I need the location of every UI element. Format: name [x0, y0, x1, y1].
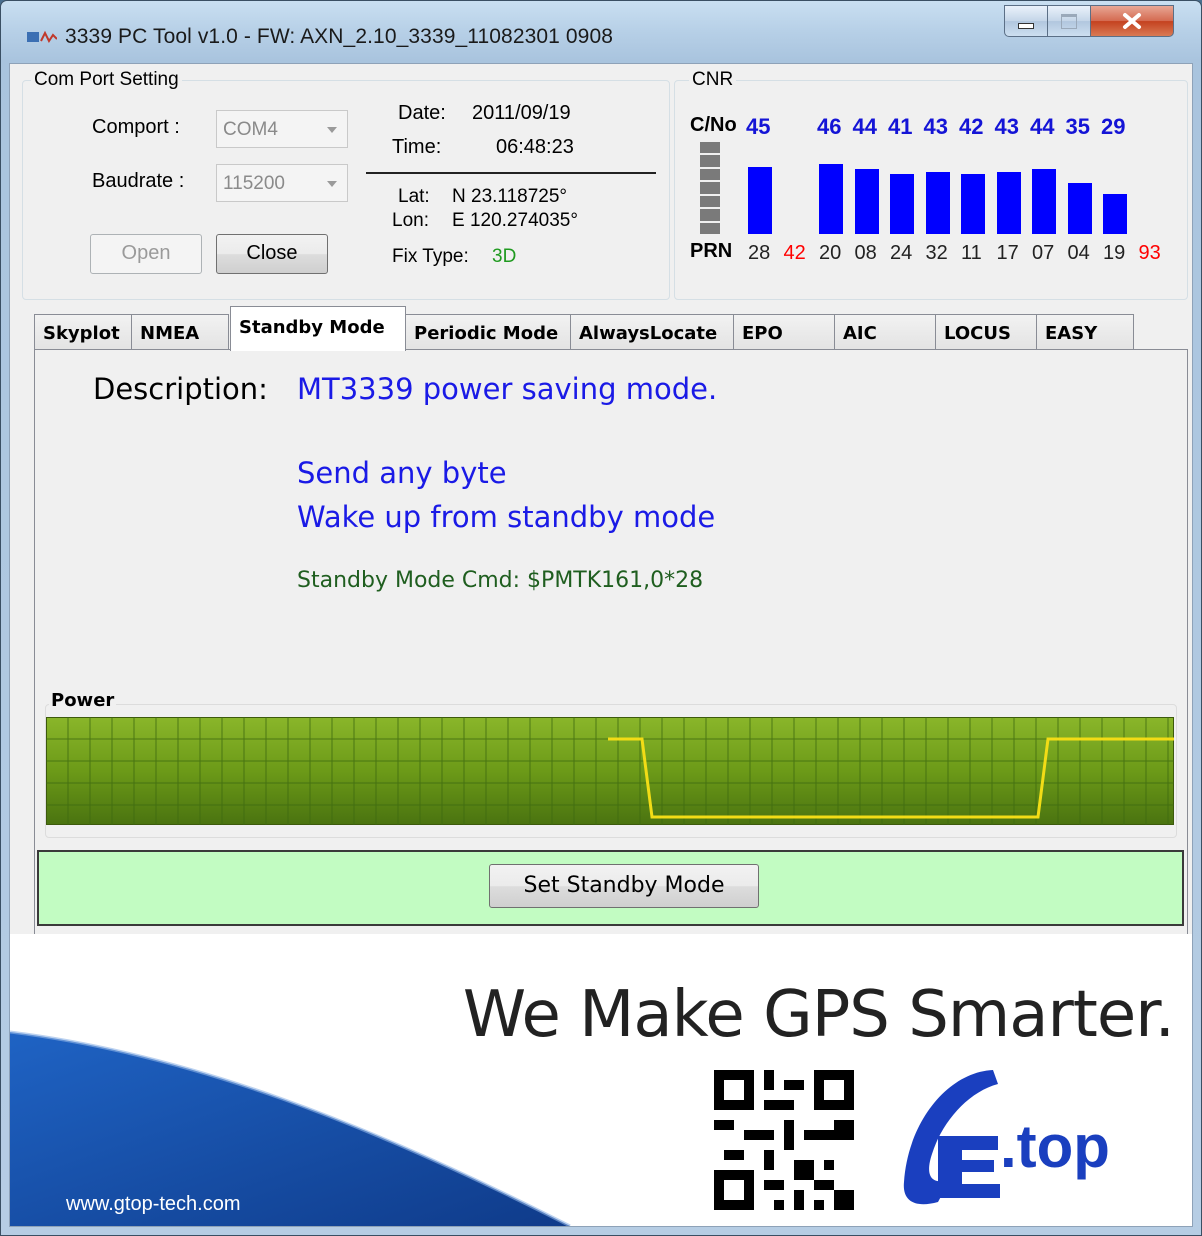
fix-type-value: 3D	[492, 246, 517, 267]
cno-value: 41	[888, 114, 913, 139]
cnr-bar	[890, 174, 914, 234]
prn-value: 04	[1067, 242, 1090, 264]
prn-value: 08	[854, 242, 877, 264]
wake-line-1: Send any byte	[297, 456, 507, 490]
prn-value: 20	[819, 242, 842, 264]
cno-value: 29	[1101, 114, 1126, 139]
tab-aic[interactable]: AIC	[834, 314, 936, 350]
tab-alwayslocate[interactable]: AlwaysLocate	[570, 314, 734, 350]
window-title: 3339 PC Tool v1.0 - FW: AXN_2.10_3339_11…	[65, 25, 614, 48]
fix-type-label: Fix Type:	[392, 246, 469, 267]
time-value: 06:48:23	[496, 136, 574, 158]
power-group	[45, 704, 1177, 838]
standby-cmd: Standby Mode Cmd: $PMTK161,0*28	[297, 568, 704, 593]
app-icon	[27, 30, 57, 43]
close-window-button[interactable]	[1090, 5, 1174, 37]
set-standby-mode-button[interactable]: Set Standby Mode	[489, 864, 759, 908]
close-port-button[interactable]: Close	[216, 234, 328, 274]
cnr-legend: CNR	[692, 69, 734, 90]
action-area: Set Standby Mode	[37, 850, 1184, 926]
date-value: 2011/09/19	[472, 102, 571, 124]
cnr-bar	[996, 172, 1021, 234]
prn-value: 28	[748, 242, 771, 264]
lat-value: N 23.118725°	[452, 186, 568, 207]
minimize-icon	[1005, 6, 1047, 36]
comport-select[interactable]: COM4	[216, 110, 348, 148]
power-label: Power	[49, 690, 117, 711]
baudrate-label: Baudrate :	[92, 170, 185, 192]
app-window: 3339 PC Tool v1.0 - FW: AXN_2.10_3339_11…	[0, 0, 1202, 1236]
time-label: Time:	[392, 136, 442, 158]
cno-value: 45	[746, 114, 771, 139]
prn-value: 24	[890, 242, 913, 264]
cno-value: 42	[959, 114, 984, 139]
com-port-legend: Com Port Setting	[34, 69, 179, 90]
gtop-logo-icon	[903, 1070, 1000, 1205]
prn-value: 93	[1138, 242, 1161, 264]
cno-value: 46	[817, 114, 842, 139]
tab-periodic-mode[interactable]: Periodic Mode	[405, 314, 571, 350]
cno-label: C/No	[690, 114, 737, 136]
cno-value: 44	[852, 114, 877, 139]
cnr-bar	[961, 174, 985, 234]
date-label: Date:	[398, 102, 446, 124]
lon-label: Lon:	[392, 210, 429, 231]
lon-value: E 120.274035°	[452, 210, 578, 231]
prn-value: 42	[783, 242, 806, 264]
separator-line	[366, 172, 656, 174]
tab-epo[interactable]: EPO	[733, 314, 835, 350]
tab-strip: Skyplot NMEA Standby Mode Periodic Mode …	[34, 306, 1164, 351]
description-text: MT3339 power saving mode.	[297, 372, 718, 406]
slogan: We Make GPS Smarter.	[462, 978, 1175, 1052]
chevron-down-icon	[327, 181, 337, 187]
prn-value: 11	[961, 242, 982, 264]
maximize-button[interactable]	[1047, 5, 1091, 37]
cnr-bar	[1067, 183, 1092, 234]
tab-skyplot[interactable]: Skyplot	[34, 314, 132, 350]
qr-code-icon	[714, 1070, 854, 1210]
standby-panel: Description: MT3339 power saving mode. S…	[34, 349, 1188, 936]
lat-label: Lat:	[398, 186, 430, 207]
minimize-button[interactable]	[1004, 5, 1048, 37]
power-graph	[46, 717, 1174, 825]
prn-value: 07	[1032, 242, 1055, 264]
prn-value: 32	[925, 242, 948, 264]
baudrate-value: 115200	[223, 173, 285, 194]
tab-easy[interactable]: EASY	[1036, 314, 1134, 350]
chevron-down-icon	[327, 127, 337, 133]
baudrate-select[interactable]: 115200	[216, 164, 348, 202]
comport-label: Comport :	[92, 116, 180, 138]
cnr-scale-indicator	[700, 142, 720, 234]
gtop-logo-text: .top	[1000, 1113, 1110, 1180]
cno-value: 35	[1065, 114, 1090, 139]
tab-locus[interactable]: LOCUS	[935, 314, 1037, 350]
website-url[interactable]: www.gtop-tech.com	[66, 1193, 241, 1216]
cno-value: 44	[1030, 114, 1055, 139]
cnr-bar	[854, 169, 879, 234]
prn-label: PRN	[690, 240, 733, 262]
cnr-bar	[1103, 194, 1127, 234]
comport-value: COM4	[223, 119, 278, 140]
cnr-bar	[925, 172, 950, 234]
wake-line-2: Wake up from standby mode	[297, 500, 716, 534]
tab-nmea[interactable]: NMEA	[131, 314, 229, 350]
description-label: Description:	[93, 372, 268, 406]
cno-value: 43	[994, 114, 1019, 139]
cnr-bar	[819, 164, 843, 234]
gtop-banner: We Make GPS Smarter. .top www.gtop-tech.…	[10, 934, 1192, 1226]
title-bar[interactable]: 3339 PC Tool v1.0 - FW: AXN_2.10_3339_11…	[1, 1, 1201, 63]
cnr-bar	[1032, 169, 1056, 234]
prn-value: 19	[1103, 242, 1126, 264]
open-button[interactable]: Open	[90, 234, 202, 274]
tab-standby-mode[interactable]: Standby Mode	[230, 306, 406, 351]
client-area: Com Port Setting Comport : COM4 Baudrate…	[9, 63, 1193, 1227]
prn-value: 17	[996, 242, 1019, 264]
close-icon	[1091, 6, 1173, 36]
cnr-bar	[748, 167, 772, 234]
maximize-icon	[1048, 6, 1090, 36]
cno-value: 43	[923, 114, 948, 139]
